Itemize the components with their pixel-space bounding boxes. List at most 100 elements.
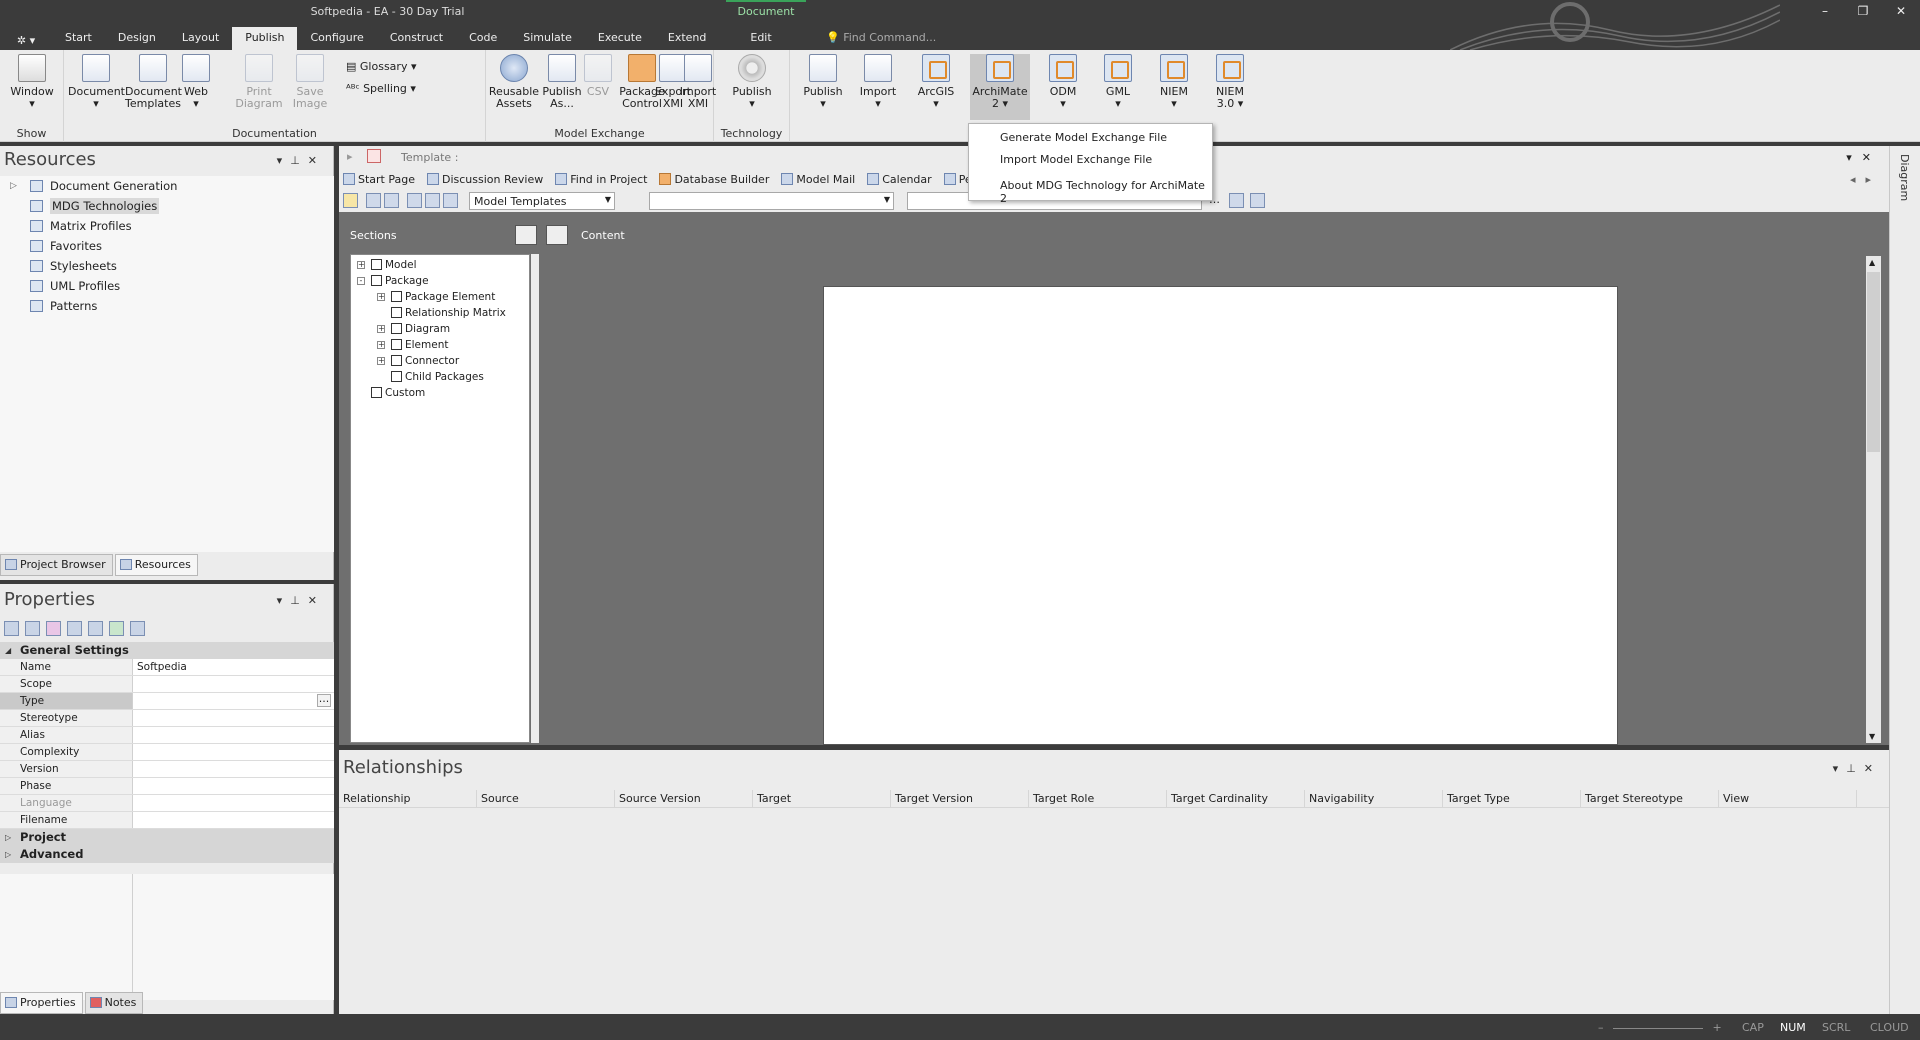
scroll-up-icon[interactable]: ▲ — [1869, 258, 1875, 267]
tab-edit[interactable]: Edit — [737, 27, 784, 50]
scroll-left-icon[interactable]: ◂ — [1850, 173, 1866, 186]
insert-table-icon[interactable] — [1229, 193, 1244, 208]
section-node[interactable]: - Package — [351, 273, 529, 289]
scroll-thumb[interactable] — [1867, 272, 1880, 452]
link-discussion-review[interactable]: Discussion Review — [423, 170, 551, 190]
section-checkbox[interactable] — [391, 371, 402, 382]
tab-publish[interactable]: Publish — [232, 27, 298, 50]
column-header[interactable]: Target Type — [1443, 790, 1581, 807]
link-find-in-project[interactable]: Find in Project — [551, 170, 655, 190]
check-icon[interactable] — [67, 621, 82, 636]
scroll-down-icon[interactable]: ▼ — [1869, 732, 1875, 741]
section-checkbox[interactable] — [371, 275, 382, 286]
tab-resources[interactable]: Resources — [114, 554, 198, 576]
technology-publish-button[interactable]: Publish ▾ — [724, 54, 780, 110]
page-icon[interactable] — [443, 193, 458, 208]
expand-icon[interactable]: + — [377, 325, 385, 333]
ellipsis-button[interactable]: … — [317, 694, 331, 707]
resource-item-document-generation[interactable]: ▷ Document Generation — [0, 176, 334, 196]
property-row-filename[interactable]: Filename — [0, 812, 334, 829]
scroll-right-icon[interactable]: ▸ — [1865, 173, 1881, 186]
column-header[interactable]: View — [1719, 790, 1857, 807]
column-header[interactable]: Target Cardinality — [1167, 790, 1305, 807]
section-edit-icon[interactable] — [546, 225, 568, 245]
link-start-page[interactable]: Start Page — [339, 170, 423, 190]
panel-menu-icon[interactable]: ▾ — [1833, 762, 1847, 775]
section-node[interactable]: + Model — [351, 257, 529, 273]
menu-item-import-model-exchange-file[interactable]: Import Model Exchange File — [969, 149, 1212, 171]
tab-project-browser[interactable]: Project Browser — [0, 554, 113, 576]
niem3-button[interactable]: NIEM 3.0 ▾ — [1202, 54, 1258, 110]
section-node[interactable]: + Diagram — [351, 321, 529, 337]
tab-execute[interactable]: Execute — [585, 27, 655, 50]
column-header[interactable]: Source — [477, 790, 615, 807]
glossary-button[interactable]: ▤ Glossary ▾ — [346, 56, 416, 78]
property-row-complexity[interactable]: Complexity — [0, 744, 334, 761]
save-image-button[interactable]: Save Image — [282, 54, 338, 110]
section-checkbox[interactable] — [391, 307, 402, 318]
property-row-type[interactable]: Type… — [0, 693, 334, 710]
tab-layout[interactable]: Layout — [169, 27, 232, 50]
section-checkbox[interactable] — [391, 355, 402, 366]
style-select[interactable]: ▼ — [649, 192, 894, 210]
section-node[interactable]: Relationship Matrix — [351, 305, 529, 321]
advanced-header[interactable]: ▷ Advanced — [0, 846, 334, 863]
menu-item-generate-model-exchange-file[interactable]: Generate Model Exchange File — [969, 127, 1212, 149]
column-header[interactable]: Target — [753, 790, 891, 807]
diagram-side-tab[interactable]: Diagram — [1889, 146, 1920, 1014]
tab-extend[interactable]: Extend — [655, 27, 720, 50]
panel-close-icon[interactable]: ✕ — [308, 594, 325, 607]
vertical-scrollbar[interactable]: ▲ ▼ — [1866, 256, 1881, 743]
panel-close-icon[interactable]: ✕ — [308, 154, 325, 167]
property-row-name[interactable]: Name Softpedia — [0, 659, 334, 676]
link-calendar[interactable]: Calendar — [863, 170, 939, 190]
column-header[interactable]: Target Role — [1029, 790, 1167, 807]
print-diagram-button[interactable]: Print Diagram — [231, 54, 287, 110]
property-row-alias[interactable]: Alias — [0, 727, 334, 744]
section-node[interactable]: + Package Element — [351, 289, 529, 305]
copy-icon[interactable] — [384, 193, 399, 208]
pin-icon[interactable]: ⊥ — [1846, 762, 1864, 775]
gml-button[interactable]: GML ▾ — [1090, 54, 1146, 110]
project-header[interactable]: ▷ Project — [0, 829, 334, 846]
resource-item-matrix-profiles[interactable]: Matrix Profiles — [0, 216, 334, 236]
expand-icon[interactable]: ▷ — [10, 176, 17, 196]
expand-icon[interactable]: + — [377, 357, 385, 365]
property-row-stereotype[interactable]: Stereotype — [0, 710, 334, 727]
tab-configure[interactable]: Configure — [297, 27, 376, 50]
column-header[interactable]: Target Stereotype — [1581, 790, 1719, 807]
column-header[interactable]: Source Version — [615, 790, 753, 807]
maximize-button[interactable]: ❐ — [1844, 4, 1882, 18]
niem-button[interactable]: NIEM ▾ — [1146, 54, 1202, 110]
mdg-import-button[interactable]: Import ▾ — [850, 54, 906, 110]
section-checkbox[interactable] — [391, 323, 402, 334]
expand-icon[interactable]: + — [377, 341, 385, 349]
section-node[interactable]: Child Packages — [351, 369, 529, 385]
app-menu-button[interactable]: ✲ ▾ — [0, 27, 52, 50]
section-checkbox[interactable] — [391, 291, 402, 302]
tab-start[interactable]: Start — [52, 27, 105, 50]
nav-arrow-icon[interactable]: ▸ — [347, 150, 353, 163]
section-up-icon[interactable] — [515, 225, 537, 245]
expand-icon[interactable]: + — [377, 293, 385, 301]
pin-icon[interactable]: ⊥ — [290, 154, 308, 167]
generate-icon[interactable] — [407, 193, 422, 208]
odm-button[interactable]: ODM ▾ — [1035, 54, 1091, 110]
link-icon[interactable] — [130, 621, 145, 636]
template-select[interactable]: Model Templates ▼ — [469, 192, 615, 210]
resource-item-stylesheets[interactable]: Stylesheets — [0, 256, 334, 276]
new-document-icon[interactable] — [343, 193, 358, 208]
tab-code[interactable]: Code — [456, 27, 510, 50]
property-row-scope[interactable]: Scope — [0, 676, 334, 693]
web-button[interactable]: Web ▾ — [174, 54, 218, 110]
zoom-slider[interactable] — [1613, 1027, 1703, 1029]
panel-menu-icon[interactable]: ▾ — [277, 594, 291, 607]
resource-item-uml-profiles[interactable]: UML Profiles — [0, 276, 334, 296]
mdg-publish-button[interactable]: Publish ▾ — [795, 54, 851, 110]
tab-design[interactable]: Design — [105, 27, 169, 50]
doc-menu-icon[interactable]: ▾ — [1846, 151, 1862, 164]
arcgis-button[interactable]: ArcGIS ▾ — [908, 54, 964, 110]
panel-close-icon[interactable]: ✕ — [1864, 762, 1881, 775]
properties-dialog-icon[interactable] — [88, 621, 103, 636]
sort-alpha-icon[interactable] — [25, 621, 40, 636]
